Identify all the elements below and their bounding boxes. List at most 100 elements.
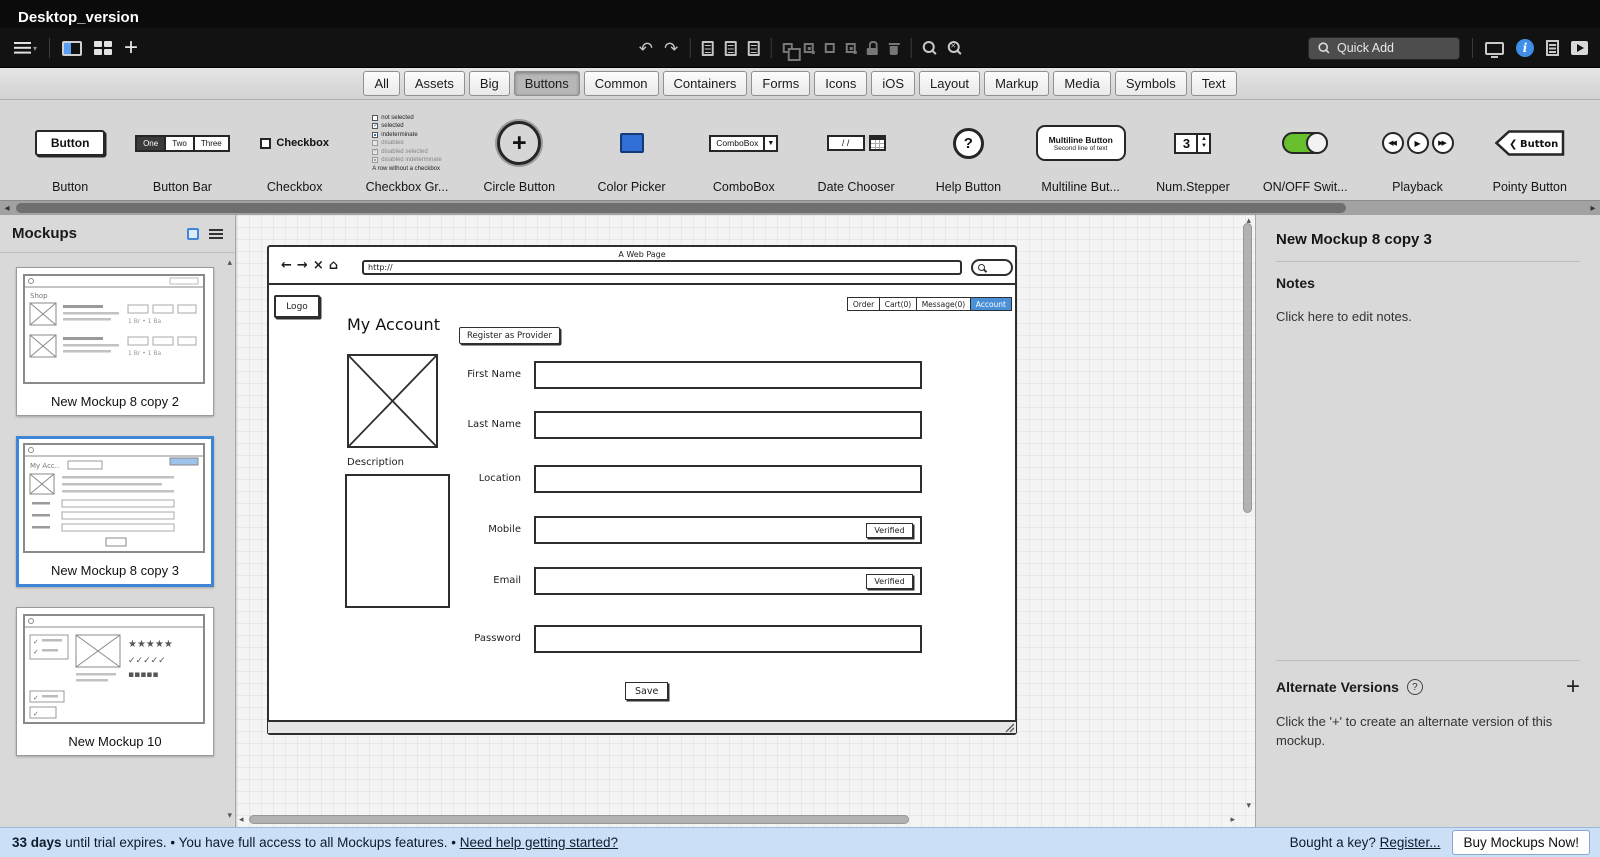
palette-item-button-bar[interactable]: One Two Three Button Bar [126,106,238,196]
canvas-scroll-down-icon[interactable]: ▾ [1246,800,1251,811]
palette-item-pointy-button[interactable]: ❮ Button Pointy Button [1474,106,1586,196]
group-icon[interactable] [782,43,801,61]
sidebar-scroll-up-icon[interactable]: ▴ [227,257,232,268]
resize-handle-icon[interactable] [1004,722,1014,732]
split-view-icon[interactable] [62,40,83,56]
palette-item-color-picker[interactable]: Color Picker [575,106,687,196]
palette-item-num-stepper[interactable]: 3 ▲ ▼ Num.Stepper [1137,106,1249,196]
tab-order[interactable]: Order [846,297,881,311]
notes-placeholder[interactable]: Click here to edit notes. [1276,309,1580,324]
palette-item-help-button[interactable]: ? Help Button [912,106,1024,196]
help-circle-icon[interactable]: ? [1406,679,1423,695]
form-row-last-name: Last Name [269,411,1015,439]
ungroup-icon[interactable] [803,43,814,53]
verified-badge[interactable]: Verified [866,523,913,538]
tab-assets[interactable]: Assets [403,71,465,96]
palette-item-playback[interactable]: ◀◀ ▶ ▶▶ Playback [1361,106,1473,196]
back-icon[interactable]: ← [281,258,292,273]
notes-panel-icon[interactable] [1546,40,1559,56]
buy-mockups-button[interactable]: Buy Mockups Now! [1452,830,1590,855]
new-mockup-button[interactable]: + [124,36,138,60]
sidebar-scroll-down-icon[interactable]: ▾ [227,810,232,821]
email-input[interactable] [534,567,922,595]
save-button[interactable]: Save [625,682,669,700]
scroll-left-icon[interactable]: ◂ [0,203,14,214]
forward-icon[interactable]: → [297,258,308,273]
color-picker-preview-icon [619,133,644,153]
editor-canvas[interactable]: A Web Page ← → × ⌂ http:// Logo Order Ca… [237,215,1255,827]
undo-icon[interactable]: ↶ [639,40,653,57]
url-field[interactable]: http:// [362,260,962,275]
palette-scrollbar[interactable]: ◂ ▸ [0,200,1600,215]
palette-item-checkbox[interactable]: Checkbox Checkbox [239,106,351,196]
tab-media[interactable]: Media [1053,71,1111,96]
palette-item-date-chooser[interactable]: / / Date Chooser [800,106,912,196]
pointy-arrow-icon: ❮ [1509,139,1517,150]
copy-icon[interactable] [701,40,714,56]
palette-item-button[interactable]: Button Button [14,106,126,196]
app-menu-button[interactable]: ▾ [14,42,37,54]
mockup-thumb-copy2[interactable]: Shop 1 Br • 1 Ba 1 Br • 1 Ba New Mockup … [16,267,214,416]
home-icon[interactable]: ⌂ [329,258,338,273]
palette-item-on-off-switch[interactable]: ON/OFF Swit... [1249,106,1361,196]
lock-icon[interactable] [866,41,878,55]
trash-icon[interactable] [888,41,900,55]
tab-symbols[interactable]: Symbols [1114,71,1187,96]
duplicate-icon[interactable] [724,40,737,56]
info-icon[interactable]: i [1516,39,1534,57]
browser-search-pill[interactable] [971,259,1013,276]
tab-cart[interactable]: Cart(0) [878,297,918,311]
tab-message[interactable]: Message(0) [915,297,972,311]
close-icon[interactable]: × [313,258,324,273]
present-icon[interactable] [1571,41,1588,55]
verified-badge[interactable]: Verified [866,574,913,589]
tab-account[interactable]: Account [969,297,1012,311]
palette-item-multiline-button[interactable]: Multiline Button Second line of text Mul… [1025,106,1137,196]
fullscreen-icon[interactable] [1485,41,1504,58]
palette-item-combobox[interactable]: ComboBox ▼ ComboBox [688,106,800,196]
first-name-input[interactable] [534,361,922,389]
send-back-icon[interactable] [845,43,856,53]
help-getting-started-link[interactable]: Need help getting started? [460,835,618,850]
panel-menu-icon[interactable] [209,228,223,239]
last-name-input[interactable] [534,411,922,439]
palette-item-checkbox-group[interactable]: not selected selected indeterminate disa… [351,106,463,196]
location-input[interactable] [534,465,922,493]
logo-button[interactable]: Logo [274,295,320,318]
scroll-right-icon[interactable]: ▸ [1586,203,1600,214]
canvas-vertical-scrollbar[interactable] [1243,223,1252,513]
tab-markup[interactable]: Markup [984,71,1050,96]
add-alternate-icon[interactable]: + [1566,675,1580,699]
register-link[interactable]: Register... [1380,835,1441,850]
paste-icon[interactable] [747,40,760,56]
redo-icon[interactable]: ↷ [664,40,678,57]
tab-common[interactable]: Common [583,71,659,96]
canvas-scroll-right-icon[interactable]: ▸ [1230,814,1235,825]
tab-layout[interactable]: Layout [919,71,981,96]
tab-forms[interactable]: Forms [751,71,811,96]
tab-buttons[interactable]: Buttons [513,71,580,96]
zoom-reset-icon[interactable]: ✕ [947,41,961,55]
grid-view-icon[interactable] [94,41,113,55]
password-input[interactable] [534,625,922,653]
palette-scrollbar-thumb[interactable] [16,203,1346,213]
bring-front-icon[interactable] [824,43,835,53]
tab-text[interactable]: Text [1190,71,1237,96]
zoom-icon[interactable] [922,41,936,55]
mobile-input[interactable] [534,516,922,544]
mockup-browser-window[interactable]: A Web Page ← → × ⌂ http:// Logo Order Ca… [267,245,1017,735]
mockup-thumb-copy3[interactable]: My Acc.. New Mockup 8 copy 3 [16,436,214,587]
tab-all[interactable]: All [363,71,400,96]
thumbnail-view-icon[interactable] [187,227,199,240]
tab-containers[interactable]: Containers [662,71,748,96]
canvas-horizontal-scrollbar[interactable] [249,815,909,824]
tab-big[interactable]: Big [468,71,510,96]
tab-ios[interactable]: iOS [871,71,916,96]
tab-icons[interactable]: Icons [814,71,868,96]
canvas-scroll-left-icon[interactable]: ◂ [239,814,244,825]
palette-item-circle-button[interactable]: + Circle Button [463,106,575,196]
pointy-button-preview-icon: ❮ Button [1494,130,1565,156]
quick-add-input[interactable] [1337,41,1437,55]
register-provider-button[interactable]: Register as Provider [459,327,561,344]
mockup-thumb-10[interactable]: ✓ ✓ ★★★★★ ✓✓✓✓✓ ▪▪▪▪▪ ✓ ✓ New Mockup 10 [16,607,214,756]
